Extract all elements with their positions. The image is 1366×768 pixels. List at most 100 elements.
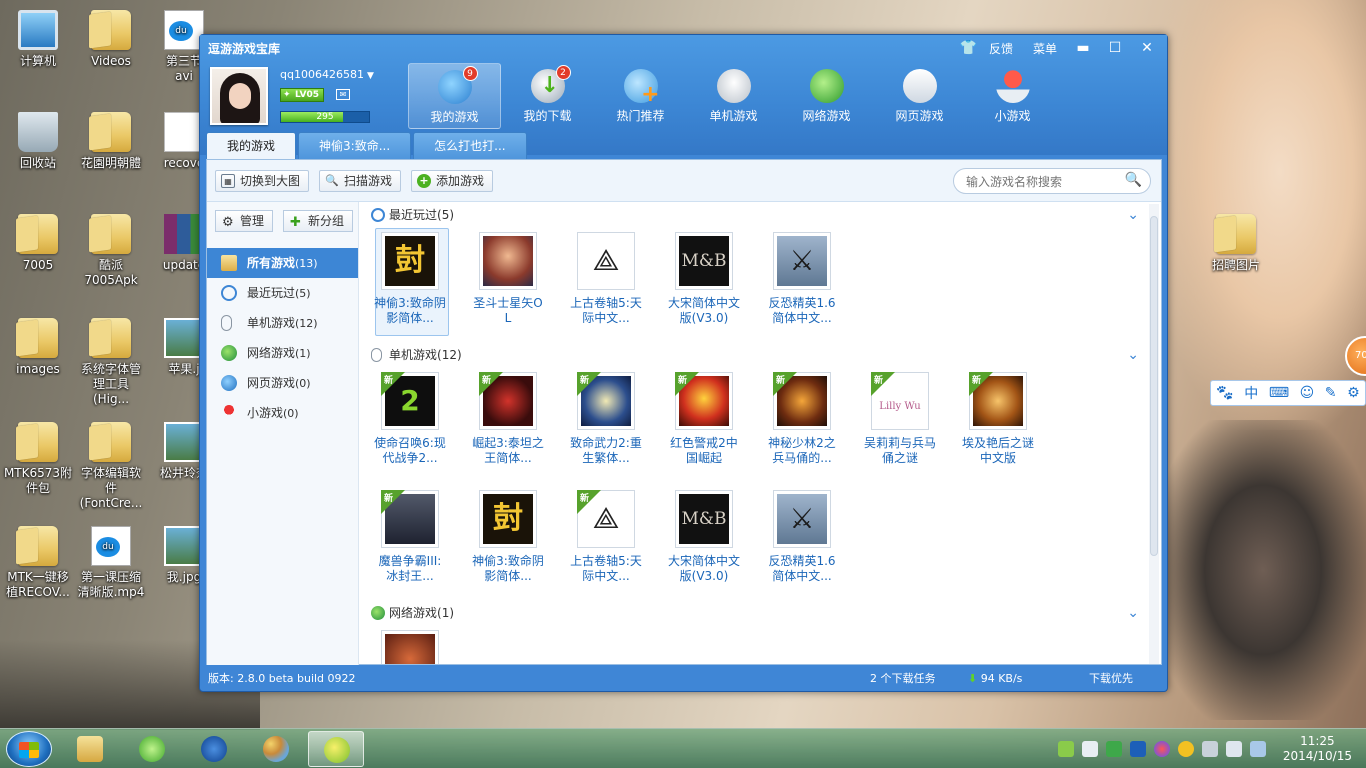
scan-games-button[interactable]: 🔍 扫描游戏 (319, 170, 402, 192)
taskbar-refresh-app[interactable] (124, 731, 180, 767)
game-name[interactable]: 大宋简体中文版(V3.0) (667, 554, 741, 584)
taskbar-explorer[interactable] (62, 731, 118, 767)
game-item[interactable] (373, 630, 471, 664)
clock[interactable]: 11:25 2014/10/15 (1283, 734, 1352, 764)
game-name[interactable]: 致命武力2:重生繁体... (569, 436, 643, 466)
game-item[interactable]: 新魔兽争霸III:冰封王... (373, 490, 471, 602)
taskbar-game-library[interactable] (308, 731, 364, 767)
game-item[interactable]: 圣斗士星矢OL (471, 232, 569, 344)
game-name[interactable]: 反恐精英1.6简体中文... (765, 554, 839, 584)
nav-item[interactable]: 单机游戏 (687, 63, 780, 129)
download-tasks[interactable]: 2 个下载任务 (870, 667, 936, 691)
start-button[interactable] (6, 731, 52, 767)
minimize-button[interactable]: ▬ (1069, 38, 1097, 58)
nav-item[interactable]: 小游戏 (966, 63, 1059, 129)
game-item[interactable]: 2 新使命召唤6:现代战争2... (373, 372, 471, 484)
game-name[interactable]: 圣斗士星矢OL (471, 296, 545, 326)
desktop-icon[interactable]: Videos (75, 10, 147, 69)
taskbar-paint[interactable] (248, 731, 304, 767)
desktop-icon[interactable]: 7005 (2, 214, 74, 273)
game-item[interactable]: 尌神偷3:致命阴影简体... (373, 228, 471, 344)
flag-tray-icon[interactable] (1202, 741, 1218, 757)
game-name[interactable]: 使命召唤6:现代战争2... (373, 436, 447, 466)
nav-item[interactable]: 2 我的下载 (501, 63, 594, 129)
sidebar-item[interactable]: 所有游戏(13) (207, 248, 358, 278)
scrollbar[interactable] (1149, 204, 1159, 664)
keyboard-icon[interactable]: ⌨ (1269, 385, 1289, 401)
game-item[interactable]: ⟁ 上古卷轴5:天际中文... (569, 232, 667, 344)
game-name[interactable]: 上古卷轴5:天际中文... (569, 554, 643, 584)
taskbar-bluetooth[interactable] (186, 731, 242, 767)
game-name[interactable]: 大宋简体中文版(V3.0) (667, 296, 741, 326)
mail-icon[interactable]: ✉ (336, 89, 350, 100)
desktop-icon[interactable]: 酷派 7005Apk (75, 214, 147, 288)
chevron-down-icon[interactable]: ⌄ (1127, 602, 1139, 624)
game-name[interactable]: 反恐精英1.6简体中文... (765, 296, 839, 326)
chevron-down-icon[interactable]: ▼ (367, 71, 374, 81)
nav-item[interactable]: 网页游戏 (873, 63, 966, 129)
section-header-recent[interactable]: 最近玩过(5) ⌄ (367, 204, 1147, 226)
close-button[interactable]: ✕ (1133, 38, 1161, 58)
game-name[interactable]: 魔兽争霸III:冰封王... (373, 554, 447, 584)
game-name[interactable]: 吴莉莉与兵马俑之谜 (863, 436, 937, 466)
maximize-button[interactable]: ☐ (1101, 38, 1129, 58)
menu-button[interactable]: 菜单 (1025, 40, 1065, 57)
paw-icon[interactable]: 🐾 (1216, 385, 1233, 401)
manage-button[interactable]: ⚙ 管理 (215, 210, 274, 232)
game-item[interactable]: M&B 大宋简体中文版(V3.0) (667, 490, 765, 602)
monitor-tray-icon[interactable] (1250, 741, 1266, 757)
game-item[interactable]: Lilly Wu 新吴莉莉与兵马俑之谜 (863, 372, 961, 484)
game-name[interactable]: 上古卷轴5:天际中文... (569, 296, 643, 326)
device-tray-icon[interactable] (1226, 741, 1242, 757)
feedback-button[interactable]: 反馈 (981, 40, 1021, 57)
desktop-icon[interactable]: MTK一键移 植RECOV... (2, 526, 74, 600)
game-name[interactable]: 神秘少林2之兵马俑的... (765, 436, 839, 466)
game-item[interactable]: M&B 大宋简体中文版(V3.0) (667, 232, 765, 344)
game-item[interactable]: 新崛起3:泰坦之王简体... (471, 372, 569, 484)
desktop-icon[interactable]: 字体编辑软 件(FontCre... (75, 422, 147, 511)
volume-icon[interactable] (1082, 741, 1098, 757)
switch-view-button[interactable]: ▦ 切换到大图 (215, 170, 310, 192)
game-item[interactable]: 新埃及艳后之谜中文版 (961, 372, 1059, 484)
search-icon[interactable]: 🔍 (1125, 172, 1142, 188)
game-name[interactable]: 崛起3:泰坦之王简体... (471, 436, 545, 466)
game-item[interactable]: ⚔ 反恐精英1.6简体中文... (765, 232, 863, 344)
new-group-button[interactable]: ✚ 新分组 (283, 210, 354, 232)
avatar[interactable] (210, 67, 268, 125)
game-item[interactable]: 新致命武力2:重生繁体... (569, 372, 667, 484)
sidebar-item[interactable]: 最近玩过(5) (207, 278, 358, 308)
sidebar-item[interactable]: 小游戏(0) (207, 398, 358, 428)
tab[interactable]: 神偷3:致命... (298, 132, 412, 159)
skin-icon[interactable]: 👕 (960, 40, 977, 56)
game-name[interactable]: 神偷3:致命阴影简体... (471, 554, 545, 584)
game-item[interactable]: 尌神偷3:致命阴影简体... (471, 490, 569, 602)
game-name[interactable]: 神偷3:致命阴影简体... (373, 296, 447, 326)
pen-icon[interactable]: ✎ (1325, 385, 1337, 401)
game-item[interactable]: ⟁ 新上古卷轴5:天际中文... (569, 490, 667, 602)
search-input[interactable] (966, 173, 1116, 191)
desktop-icon[interactable]: 系统字体管 理工具(Hig... (75, 318, 147, 407)
nav-item[interactable]: 9 我的游戏 (408, 63, 501, 129)
add-tray-icon[interactable] (1178, 741, 1194, 757)
add-game-button[interactable]: + 添加游戏 (411, 170, 494, 192)
game-item[interactable]: 新神秘少林2之兵马俑的... (765, 372, 863, 484)
game-name[interactable]: 埃及艳后之谜中文版 (961, 436, 1035, 466)
emoji-icon[interactable]: ☺ (1300, 385, 1315, 401)
network-tray-icon[interactable] (1058, 741, 1074, 757)
tab[interactable]: 我的游戏 (206, 132, 297, 159)
sidebar-item[interactable]: 网页游戏(0) (207, 368, 358, 398)
desktop-icon[interactable]: 回收站 (2, 112, 74, 171)
game-item[interactable]: ⚔ 反恐精英1.6简体中文... (765, 490, 863, 602)
sidebar-item[interactable]: 网络游戏(1) (207, 338, 358, 368)
nav-item[interactable]: 网络游戏 (780, 63, 873, 129)
download-priority[interactable]: 下载优先 (1089, 667, 1133, 691)
section-header-single[interactable]: 单机游戏(12) ⌄ (367, 344, 1147, 366)
desktop-icon[interactable]: 花園明朝體 (75, 112, 147, 171)
chinese-mode-icon[interactable]: 中 (1244, 383, 1258, 403)
desktop-icon[interactable]: 招聘图片 (1200, 214, 1272, 273)
desktop-icon[interactable]: 计算机 (2, 10, 74, 69)
tab[interactable]: 怎么打也打... (413, 132, 527, 159)
sidebar-item[interactable]: 单机游戏(12) (207, 308, 358, 338)
nav-item[interactable]: 热门推荐 (594, 63, 687, 129)
game-item[interactable]: 新红色警戒2中国崛起 (667, 372, 765, 484)
